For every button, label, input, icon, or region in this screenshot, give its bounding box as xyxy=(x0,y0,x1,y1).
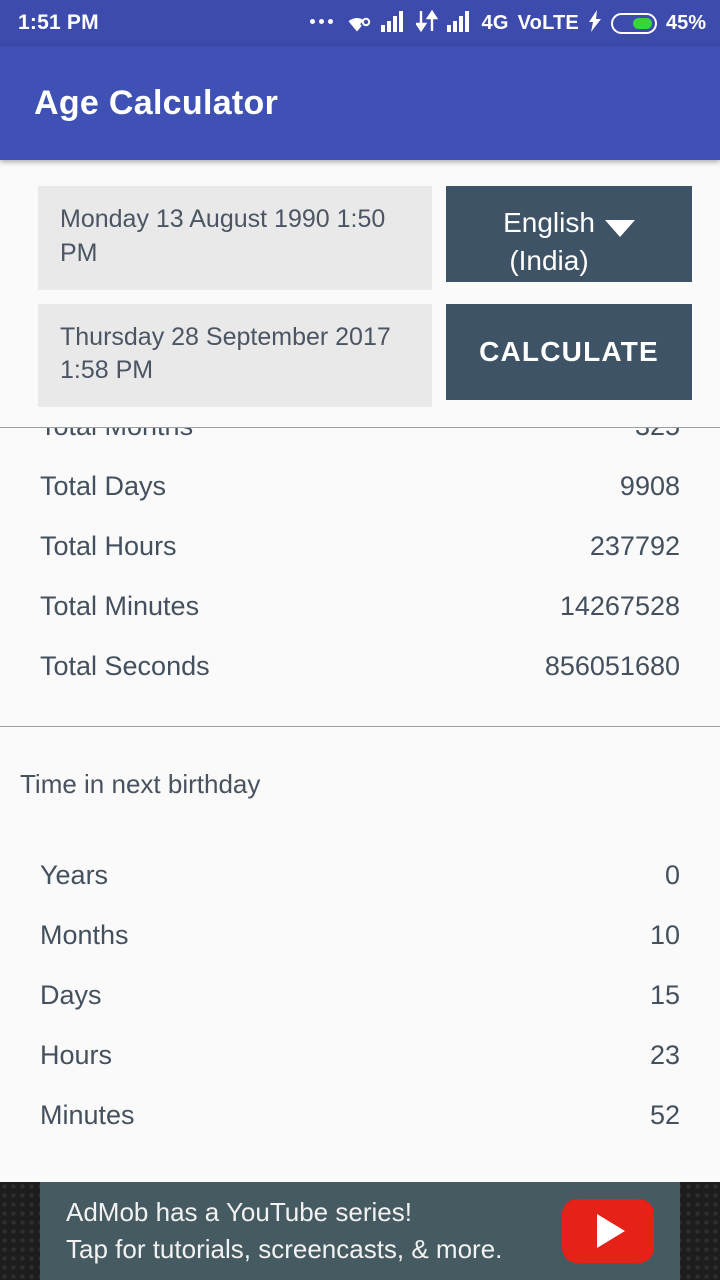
wifi-icon xyxy=(342,9,372,38)
ad-banner-line1: AdMob has a YouTube series! xyxy=(66,1197,412,1228)
calculate-button[interactable]: CALCULATE xyxy=(446,303,692,400)
volte-label: VoLTE xyxy=(517,11,579,34)
row-label: Minutes xyxy=(40,1099,135,1130)
input-panel: Monday 13 August 1990 1:50 PM English (I… xyxy=(0,160,720,427)
language-spinner-label: English (India) xyxy=(503,204,595,280)
table-row: Months 10 xyxy=(0,905,720,965)
language-spinner-sub: (India) xyxy=(509,244,589,276)
row-label: Total Minutes xyxy=(40,590,200,621)
page-title: Age Calculator xyxy=(34,83,279,122)
row-value: 14267528 xyxy=(559,590,680,621)
signal-bars-2-icon xyxy=(446,10,473,37)
next-birthday-title: Time in next birthday xyxy=(20,768,261,799)
battery-icon xyxy=(610,12,657,34)
ad-banner-line2: Tap for tutorials, screencasts, & more. xyxy=(66,1234,503,1264)
table-row: Hours 23 xyxy=(0,1025,720,1085)
table-row: Total Minutes 14267528 xyxy=(0,576,720,636)
table-row: Days 15 xyxy=(0,965,720,1025)
youtube-play-icon[interactable] xyxy=(562,1199,654,1263)
more-dots-icon xyxy=(309,19,333,27)
row-label: Hours xyxy=(40,1039,113,1070)
app-bar: Age Calculator xyxy=(0,46,720,160)
row-value: 9908 xyxy=(619,470,680,501)
lightning-bolt-icon xyxy=(588,9,602,37)
network-type-label: 4G xyxy=(481,11,509,34)
ad-banner[interactable]: AdMob has a YouTube series! Tap for tuto… xyxy=(0,1182,720,1280)
battery-percent-label: 45% xyxy=(665,11,706,34)
row-label: Total Months xyxy=(40,428,193,442)
current-date-field[interactable]: Thursday 28 September 2017 1:58 PM xyxy=(38,303,432,407)
status-bar-icons: 4G VoLTE 45% xyxy=(309,9,706,38)
row-value: 52 xyxy=(649,1099,680,1130)
row-label: Days xyxy=(40,979,102,1010)
row-label: Total Days xyxy=(40,470,167,501)
language-spinner-main: English xyxy=(503,207,595,238)
data-transfer-icon xyxy=(414,9,438,37)
chevron-down-icon xyxy=(604,220,635,237)
table-row: Years 0 xyxy=(0,845,720,905)
totals-bottom-spacer xyxy=(0,696,720,726)
status-bar: 1:51 PM 4G VoLTE 45% xyxy=(0,0,720,46)
ad-banner-text: AdMob has a YouTube series! Tap for tuto… xyxy=(66,1194,550,1268)
table-row: Total Months 325 xyxy=(0,428,720,456)
totals-rows: Total Months 325 Total Days 9908 Total H… xyxy=(0,428,720,696)
table-row: Total Days 9908 xyxy=(0,456,720,516)
row-value: 23 xyxy=(649,1039,680,1070)
birth-date-field[interactable]: Monday 13 August 1990 1:50 PM xyxy=(38,186,432,290)
table-row: Minutes 52 xyxy=(0,1085,720,1145)
next-birthday-section: Time in next birthday Years 0 Months 10 … xyxy=(0,727,720,1145)
language-spinner[interactable]: English (India) xyxy=(446,186,692,282)
status-bar-clock: 1:51 PM xyxy=(18,11,99,34)
row-value: 325 xyxy=(635,428,680,442)
calculate-button-label: CALCULATE xyxy=(479,335,659,367)
ad-banner-content[interactable]: AdMob has a YouTube series! Tap for tuto… xyxy=(40,1182,680,1280)
row-label: Months xyxy=(40,919,129,950)
row-value: 0 xyxy=(664,859,680,890)
next-birthday-top-spacer xyxy=(0,727,720,753)
signal-bars-icon xyxy=(380,10,407,37)
play-triangle-icon xyxy=(597,1214,625,1248)
next-birthday-title-spacer xyxy=(0,815,720,845)
totals-section[interactable]: Total Months 325 Total Days 9908 Total H… xyxy=(0,428,720,696)
table-row: Total Hours 237792 xyxy=(0,516,720,576)
row-value: 15 xyxy=(649,979,680,1010)
row-value: 856051680 xyxy=(544,650,680,681)
row-value: 237792 xyxy=(589,530,680,561)
row-label: Total Seconds xyxy=(40,650,210,681)
row-label: Total Hours xyxy=(40,530,177,561)
next-birthday-rows: Years 0 Months 10 Days 15 Hours 23 Minut… xyxy=(0,845,720,1145)
table-row: Total Seconds 856051680 xyxy=(0,636,720,696)
row-label: Years xyxy=(40,859,109,890)
row-value: 10 xyxy=(649,919,680,950)
